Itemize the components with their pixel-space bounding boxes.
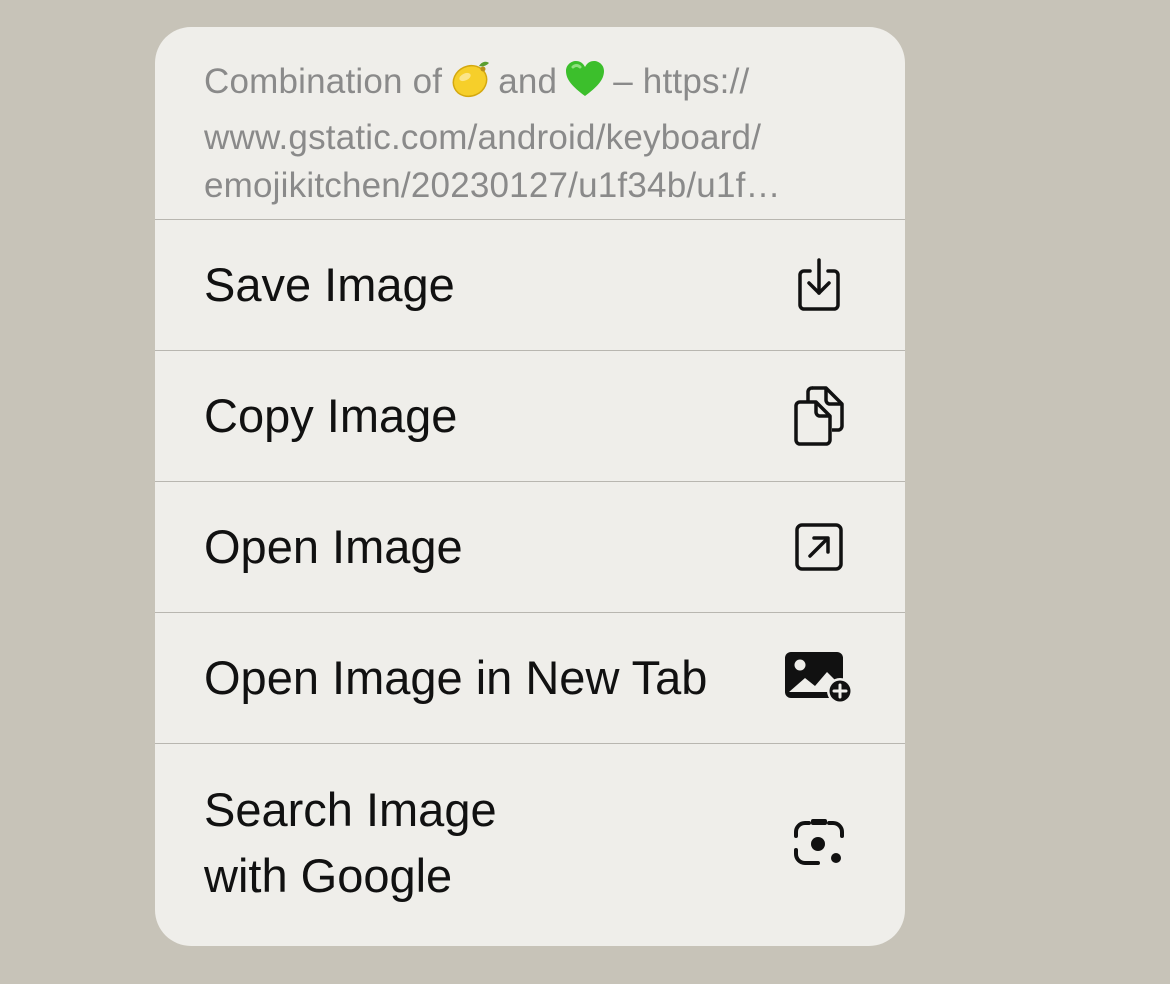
header-prefix: Combination of	[204, 62, 443, 101]
header-line-2: www.gstatic.com/android/keyboard/	[204, 118, 762, 157]
image-plus-icon	[783, 642, 855, 714]
copy-image-item[interactable]: Copy Image	[155, 351, 905, 482]
menu-header: Combination of and – https:// www.gstatic.…	[155, 27, 905, 220]
save-image-item[interactable]: Save Image	[155, 220, 905, 351]
search-image-google-label: Search Image with Google	[204, 777, 497, 909]
open-image-new-tab-item[interactable]: Open Image in New Tab	[155, 613, 905, 744]
copy-documents-icon	[783, 380, 855, 452]
open-image-label: Open Image	[204, 520, 463, 573]
copy-image-label: Copy Image	[204, 389, 458, 442]
context-menu: Combination of and – https:// www.gstatic.…	[155, 27, 905, 946]
download-icon	[783, 249, 855, 321]
open-image-new-tab-label: Open Image in New Tab	[204, 651, 708, 704]
search-label-line-2: with Google	[204, 849, 453, 902]
open-image-item[interactable]: Open Image	[155, 482, 905, 613]
save-image-label: Save Image	[204, 258, 455, 311]
header-url-start: – https://	[613, 62, 750, 101]
search-image-google-item[interactable]: Search Image with Google	[155, 744, 905, 942]
green-heart-emoji-icon	[563, 57, 607, 114]
header-connector: and	[498, 62, 558, 101]
open-arrow-square-icon	[783, 511, 855, 583]
header-line-1: Combination of and – https://	[204, 57, 845, 114]
google-lens-icon	[783, 807, 855, 879]
search-label-line-1: Search Image	[204, 783, 497, 836]
header-line-3: emojikitchen/20230127/u1f34b/u1f…	[204, 166, 781, 205]
lemon-emoji-icon	[448, 57, 492, 114]
